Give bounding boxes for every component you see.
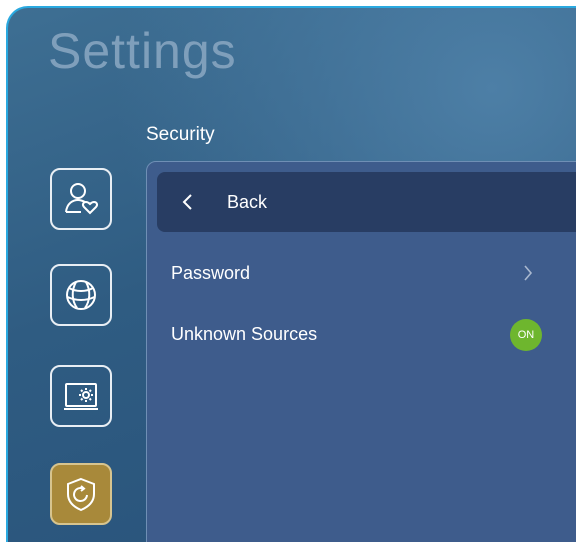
sidebar-item-user[interactable]: [50, 168, 112, 230]
device-settings-icon: [64, 383, 98, 410]
section-label: Security: [146, 124, 215, 145]
back-label: Back: [227, 191, 268, 212]
menu-item-password[interactable]: Password: [171, 258, 571, 288]
globe-icon: [66, 280, 96, 310]
user-heart-icon: [65, 183, 99, 215]
back-button[interactable]: Back: [157, 172, 576, 232]
chevron-right-icon: [524, 265, 533, 281]
settings-screen: Settings Security Back Password Unknown …: [6, 6, 576, 542]
sidebar-item-security[interactable]: [50, 463, 112, 525]
security-panel: Back Password Unknown Sources ON: [146, 161, 576, 542]
chevron-left-icon: [182, 194, 192, 210]
page-title: Settings: [48, 23, 237, 79]
shield-refresh-icon: [67, 477, 95, 512]
menu-item-label: Unknown Sources: [171, 323, 318, 344]
sidebar-item-system[interactable]: [50, 365, 112, 427]
sidebar-item-network[interactable]: [50, 264, 112, 326]
unknown-sources-toggle[interactable]: ON: [510, 319, 542, 351]
menu-item-unknown-sources: Unknown Sources ON: [171, 319, 571, 351]
menu-item-label: Password: [171, 262, 251, 283]
